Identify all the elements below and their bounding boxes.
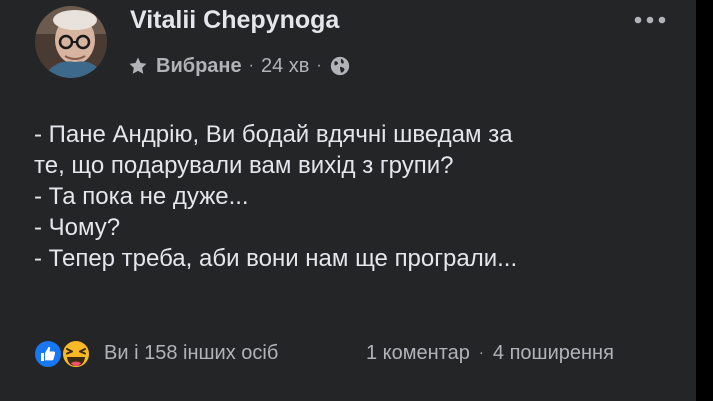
meta-separator: ·: [316, 57, 322, 74]
more-options-icon[interactable]: [630, 10, 670, 30]
post-line: - Чому?: [34, 214, 121, 241]
haha-reaction-icon: [61, 339, 91, 369]
post-line: - Тепер треба, аби вони нам ще програли.…: [34, 245, 518, 272]
post-line: - Та пока не дуже...: [34, 183, 249, 210]
reactions-icons[interactable]: [32, 338, 102, 370]
post-footer: Ви і 158 інших осіб 1 коментар · 4 поширен…: [32, 338, 682, 372]
audience-label[interactable]: Вибране: [156, 55, 242, 78]
author-avatar[interactable]: [35, 6, 107, 78]
author-name[interactable]: Vitalii Chepynoga: [130, 6, 339, 35]
reactions-count[interactable]: Ви і 158 інших осіб: [104, 342, 278, 365]
meta-separator: ·: [248, 57, 254, 74]
post-meta: Вибране · 24 хв ·: [128, 52, 351, 80]
comments-count[interactable]: 1 коментар: [366, 342, 470, 364]
post-line: те, що подарували вам вихід з групи?: [34, 152, 454, 179]
post-card: Vitalii Chepynoga Вибране · 24 хв · - Па…: [0, 0, 696, 401]
avatar-image: [35, 6, 107, 78]
shares-count[interactable]: 4 поширення: [493, 342, 614, 364]
post-time[interactable]: 24 хв: [261, 55, 309, 78]
post-text: - Пане Андрію, Ви бодай вдячні шведам за…: [34, 119, 684, 274]
stats-separator: ·: [478, 344, 484, 361]
post-line: - Пане Андрію, Ви бодай вдячні шведам за: [34, 121, 513, 148]
post-stats: 1 коментар · 4 поширення: [366, 342, 614, 365]
star-icon: [129, 57, 147, 74]
globe-icon: [330, 56, 349, 76]
like-reaction-icon: [33, 339, 63, 369]
